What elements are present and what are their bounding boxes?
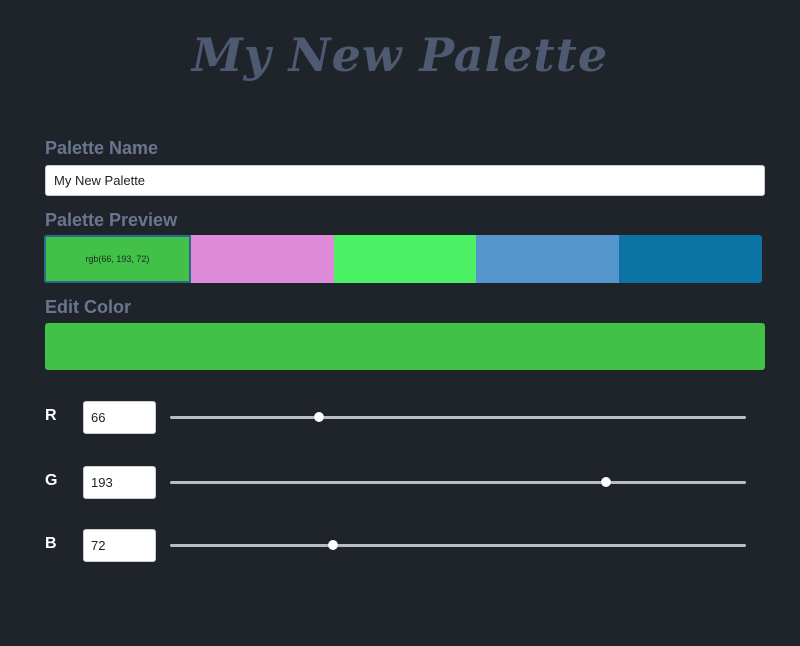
palette-name-input[interactable] <box>45 165 765 196</box>
swatch-4[interactable] <box>476 235 620 283</box>
palette-preview: rgb(66, 193, 72) <box>44 235 762 283</box>
blue-slider-thumb[interactable] <box>327 540 338 550</box>
edit-color-preview <box>45 323 765 370</box>
palette-name-label: Palette Name <box>45 138 159 158</box>
swatch-color-text: rgb(66, 193, 72) <box>85 254 150 264</box>
red-channel-row: R <box>0 401 800 435</box>
green-slider-track[interactable] <box>170 477 746 487</box>
swatch-1[interactable]: rgb(66, 193, 72) <box>44 235 191 283</box>
red-label: R <box>45 407 57 424</box>
swatch-5[interactable] <box>619 235 762 283</box>
page-title: My New Palette <box>191 28 609 82</box>
blue-slider-track[interactable] <box>170 540 746 550</box>
blue-value-input[interactable] <box>83 529 156 562</box>
blue-label: B <box>45 535 57 552</box>
palette-editor: My New Palette Palette Name Palette Prev… <box>0 0 800 646</box>
red-slider-thumb[interactable] <box>314 412 325 422</box>
green-label: G <box>45 472 58 489</box>
blue-channel-row: B <box>0 529 800 563</box>
swatch-3[interactable] <box>333 235 477 283</box>
red-value-input[interactable] <box>83 401 156 434</box>
green-slider-thumb[interactable] <box>600 477 611 487</box>
green-value-input[interactable] <box>83 466 156 499</box>
palette-preview-label: Palette Preview <box>45 210 178 230</box>
green-channel-row: G <box>0 466 800 500</box>
edit-color-label: Edit Color <box>45 297 131 317</box>
red-slider-track[interactable] <box>170 412 746 422</box>
swatch-2[interactable] <box>190 235 334 283</box>
